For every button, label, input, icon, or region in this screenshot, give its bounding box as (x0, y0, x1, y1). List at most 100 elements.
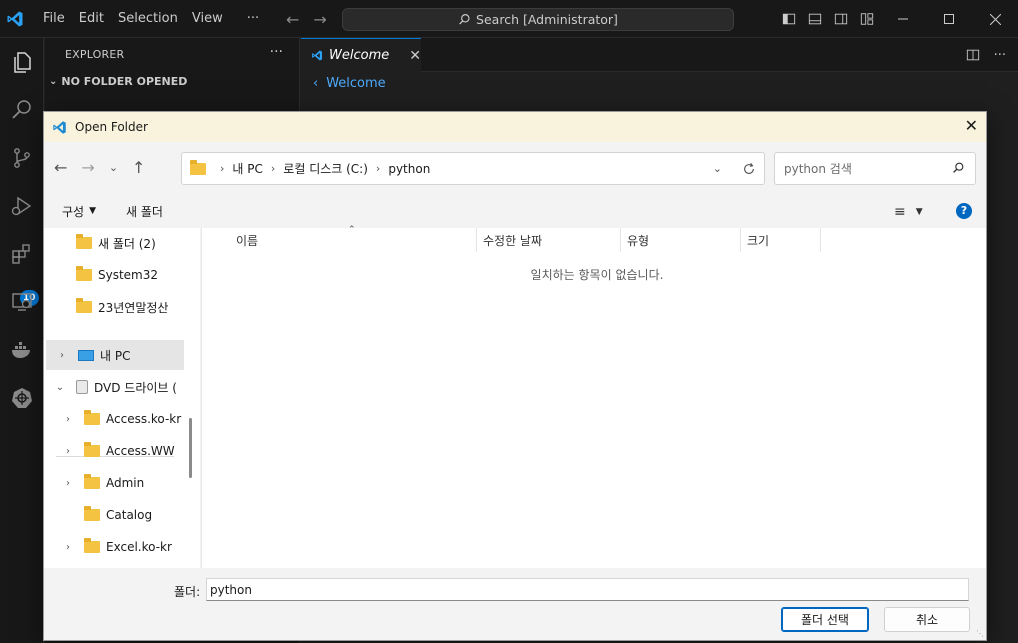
back-arrow-icon[interactable]: ← (54, 158, 67, 177)
nav-item[interactable]: › 내 PC (46, 340, 184, 370)
nav-item[interactable]: › Admin (44, 468, 200, 498)
chevron-right-icon[interactable]: › (62, 478, 74, 489)
maximize-icon[interactable] (926, 0, 972, 38)
organize-label: 구성 (62, 204, 85, 219)
editor-tabs: Welcome ✕ ··· (301, 38, 1018, 72)
refresh-icon[interactable] (742, 162, 756, 176)
nav-item[interactable]: 23년연말정산 (44, 292, 200, 322)
command-center-label: Search [Administrator] (476, 12, 618, 27)
more-actions-icon[interactable]: ··· (994, 48, 1006, 63)
nav-item-label: 23년연말정산 (98, 300, 169, 315)
navigation-pane: 새 폴더 (2) System32 23년연말정산 › 내 PC ⌄ DVD 드라이브 (›… (44, 228, 200, 568)
search-icon (953, 162, 964, 173)
chevron-right-icon: › (375, 162, 381, 175)
nav-item-label: Access.WW (106, 444, 175, 458)
up-arrow-icon[interactable]: ↑ (132, 158, 145, 177)
folder-icon (84, 410, 100, 425)
tab-welcome[interactable]: Welcome ✕ (301, 38, 421, 72)
address-actions: ⌄ (713, 153, 756, 184)
breadcrumb-python[interactable]: python (388, 162, 430, 176)
search-icon[interactable] (6, 94, 38, 126)
folder-icon (76, 266, 92, 281)
forward-arrow-icon[interactable]: → (81, 158, 94, 177)
chevron-down-icon[interactable]: ⌄ (713, 162, 722, 175)
address-bar[interactable]: › 내 PC › 로컬 디스크 (C:) › python ⌄ (181, 152, 765, 185)
file-list: ⌃ 이름 수정한 날짜 유형 크기 일치하는 항목이 없습니다. (201, 225, 986, 568)
chevron-right-icon[interactable]: › (62, 414, 74, 425)
change-view-button[interactable]: ≡ ▼ (894, 204, 923, 220)
breadcrumb[interactable]: ‹ Welcome (313, 76, 386, 91)
new-folder-label: 새 폴더 (126, 204, 163, 219)
folder-search-input[interactable]: python 검색 (774, 152, 976, 185)
recent-locations-icon[interactable]: ⌄ (109, 161, 118, 174)
column-type[interactable]: 유형 (621, 228, 741, 252)
toggle-secondary-sidebar-icon[interactable] (834, 12, 848, 26)
minimize-icon[interactable] (880, 0, 926, 38)
column-date-modified[interactable]: 수정한 날짜 (477, 228, 621, 252)
vscode-logo-icon (53, 120, 66, 134)
menu-selection[interactable]: Selection (111, 0, 185, 38)
no-folder-section[interactable]: ⌄ NO FOLDER OPENED (49, 75, 187, 88)
search-icon (459, 14, 470, 25)
close-icon[interactable]: ✕ (409, 48, 421, 64)
cancel-button[interactable]: 취소 (884, 607, 970, 632)
docker-icon[interactable] (6, 334, 38, 366)
chevron-right-icon[interactable]: › (62, 542, 74, 553)
back-arrow-icon[interactable]: ← (286, 10, 299, 29)
select-folder-button[interactable]: 폴더 선택 (781, 607, 869, 632)
menu-file[interactable]: File (36, 0, 72, 38)
chevron-right-icon[interactable]: › (62, 446, 74, 457)
vscode-logo-icon (0, 0, 30, 38)
menu-view[interactable]: View (185, 0, 230, 38)
caret-down-icon: ▼ (89, 206, 97, 216)
chevron-left-icon: ‹ (313, 76, 319, 91)
customize-layout-icon[interactable] (860, 12, 874, 26)
nav-item[interactable]: Catalog (44, 500, 200, 530)
kubernetes-icon[interactable] (6, 382, 38, 414)
close-icon[interactable] (972, 0, 1018, 38)
menu-bar: File Edit Selection View ··· (36, 0, 266, 38)
new-folder-button[interactable]: 새 폴더 (126, 203, 163, 220)
editor-actions: ··· (966, 38, 1006, 72)
forward-arrow-icon[interactable]: → (313, 10, 326, 29)
extensions-icon[interactable] (6, 238, 38, 270)
activity-bar: 10 (0, 38, 44, 643)
dvd-drive-icon (76, 380, 88, 394)
caret-down-icon: ▼ (915, 207, 923, 217)
column-name[interactable]: 이름 (230, 228, 477, 252)
organize-button[interactable]: 구성 ▼ (62, 203, 96, 220)
nav-item[interactable]: › Excel.ko-kr (44, 532, 200, 562)
nav-item-label: Excel.ko-kr (106, 540, 172, 554)
nav-item-label: 내 PC (100, 348, 131, 363)
nav-item[interactable]: 새 폴더 (2) (44, 228, 200, 258)
help-icon[interactable]: ? (956, 203, 972, 219)
run-debug-icon[interactable] (6, 190, 38, 222)
nav-item-label: Catalog (106, 508, 153, 522)
remote-explorer-icon[interactable] (6, 286, 38, 318)
split-editor-icon[interactable] (966, 48, 980, 62)
chevron-down-icon[interactable]: ⌄ (54, 382, 66, 393)
folder-icon (84, 538, 100, 553)
column-size[interactable]: 크기 (741, 228, 821, 252)
chevron-right-icon[interactable]: › (56, 350, 68, 361)
nav-item[interactable]: ⌄ DVD 드라이브 ( (44, 372, 200, 402)
close-icon[interactable]: ✕ (965, 116, 978, 135)
nav-item[interactable]: › Access.WW (44, 436, 200, 466)
menu-edit[interactable]: Edit (72, 0, 111, 38)
source-control-icon[interactable] (6, 142, 38, 174)
explorer-icon[interactable] (6, 46, 38, 78)
chevron-down-icon: ⌄ (49, 76, 58, 87)
toggle-panel-icon[interactable] (808, 12, 822, 26)
dialog-title: Open Folder (75, 120, 148, 134)
breadcrumb-local-disk[interactable]: 로컬 디스크 (C:) (283, 160, 368, 177)
section-label: NO FOLDER OPENED (61, 75, 188, 88)
sidebar-more-actions[interactable]: ··· (270, 44, 283, 60)
breadcrumb-my-pc[interactable]: 내 PC (232, 160, 262, 177)
menu-more[interactable]: ··· (240, 0, 266, 38)
resize-grip-icon[interactable]: ⋱ (976, 629, 984, 638)
command-center[interactable]: Search [Administrator] (342, 8, 734, 31)
toggle-primary-sidebar-icon[interactable] (782, 12, 796, 26)
nav-item[interactable]: System32 (44, 260, 200, 290)
nav-item[interactable]: › Access.ko-kr (44, 404, 200, 434)
folder-name-input[interactable]: python (206, 578, 969, 601)
